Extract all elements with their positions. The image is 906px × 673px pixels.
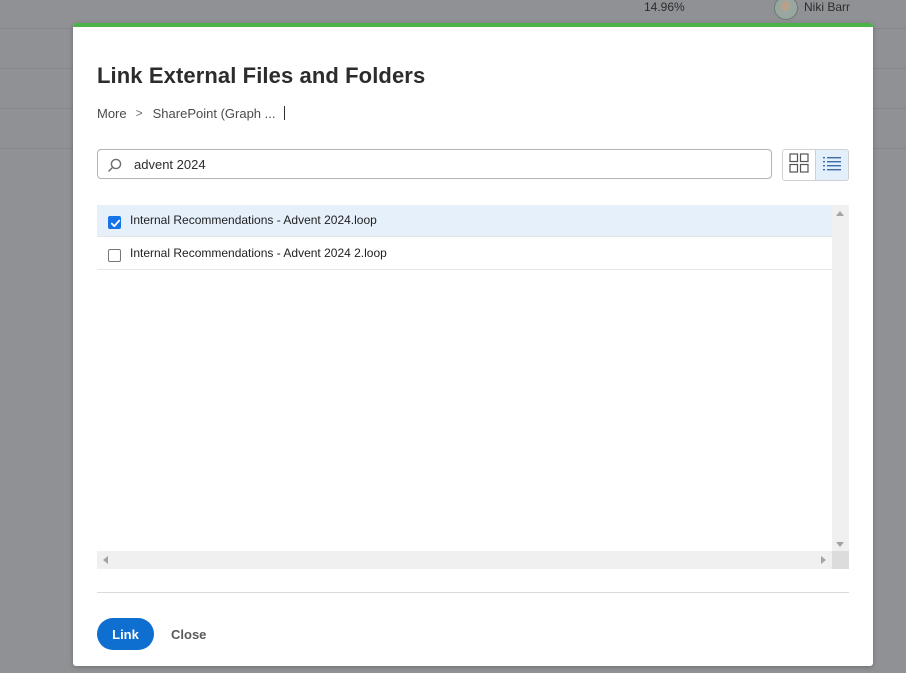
breadcrumb-separator: > xyxy=(135,106,143,120)
file-name: Internal Recommendations - Advent 2024.l… xyxy=(130,213,377,227)
file-row[interactable]: Internal Recommendations - Advent 2024.l… xyxy=(97,205,832,237)
footer-divider xyxy=(97,592,849,593)
search-icon xyxy=(108,158,122,172)
link-files-dialog: Link External Files and Folders More > S… xyxy=(73,23,873,666)
search-input[interactable] xyxy=(134,150,754,178)
link-button[interactable]: Link xyxy=(97,618,154,650)
breadcrumb-item-more[interactable]: More xyxy=(97,106,127,121)
background-percentage: 14.96% xyxy=(644,0,685,14)
view-toggle xyxy=(782,149,849,181)
file-checkbox-checked[interactable] xyxy=(108,216,121,229)
scroll-left-arrow-icon[interactable] xyxy=(103,556,108,564)
scroll-down-arrow-icon[interactable] xyxy=(836,542,844,547)
breadcrumb: More > SharePoint (Graph ... xyxy=(97,104,286,122)
scroll-right-arrow-icon[interactable] xyxy=(821,556,826,564)
background-user-name: Niki Barr xyxy=(804,0,851,14)
scroll-up-arrow-icon[interactable] xyxy=(836,211,844,216)
scrollbar-corner xyxy=(832,551,849,569)
dialog-title: Link External Files and Folders xyxy=(97,63,426,88)
search-box[interactable] xyxy=(97,149,772,179)
dialog-accent-bar xyxy=(73,23,873,27)
file-list: Internal Recommendations - Advent 2024.l… xyxy=(97,205,849,569)
close-button[interactable]: Close xyxy=(171,618,206,650)
text-cursor xyxy=(284,106,286,120)
file-checkbox[interactable] xyxy=(108,249,121,262)
list-view-button[interactable] xyxy=(816,150,848,180)
grid-view-icon xyxy=(789,152,809,178)
file-name: Internal Recommendations - Advent 2024 2… xyxy=(130,246,387,260)
grid-view-button[interactable] xyxy=(783,150,816,180)
breadcrumb-item-sharepoint[interactable]: SharePoint (Graph ... xyxy=(153,106,276,121)
list-view-icon xyxy=(822,155,842,176)
horizontal-scrollbar[interactable] xyxy=(97,551,832,569)
file-row[interactable]: Internal Recommendations - Advent 2024 2… xyxy=(97,238,832,270)
vertical-scrollbar[interactable] xyxy=(832,205,849,569)
